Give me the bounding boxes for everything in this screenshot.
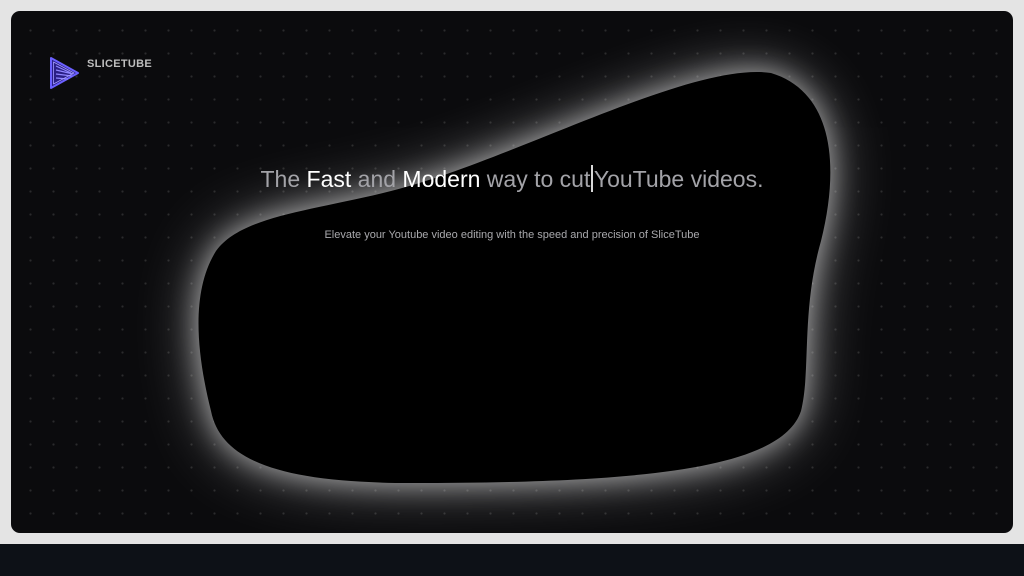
headline-word-modern: Modern <box>402 166 481 192</box>
typing-caret <box>591 165 593 192</box>
brand[interactable]: SLICETUBE <box>47 55 152 91</box>
hero-section: SLICETUBE The Fast and Modern way to cut… <box>11 11 1013 533</box>
play-icon <box>50 57 79 89</box>
headline-word-the: The <box>260 166 301 192</box>
hero-subtitle: Elevate your Youtube video editing with … <box>324 229 700 241</box>
page: SLICETUBE The Fast and Modern way to cut… <box>0 0 1024 576</box>
bottom-bar <box>0 544 1024 576</box>
headline-word-youtube-videos: YouTube videos. <box>593 166 764 192</box>
hero-headline: The Fast and Modern way to cut YouTube vi… <box>11 165 1013 193</box>
headline-word-and: and <box>357 166 397 192</box>
headline-word-way-to-cut: way to cut <box>486 166 591 192</box>
brand-name: SLICETUBE <box>87 58 153 70</box>
headline-word-fast: Fast <box>306 166 352 192</box>
blob-core <box>198 72 831 483</box>
glow-blob-shape <box>198 72 831 483</box>
